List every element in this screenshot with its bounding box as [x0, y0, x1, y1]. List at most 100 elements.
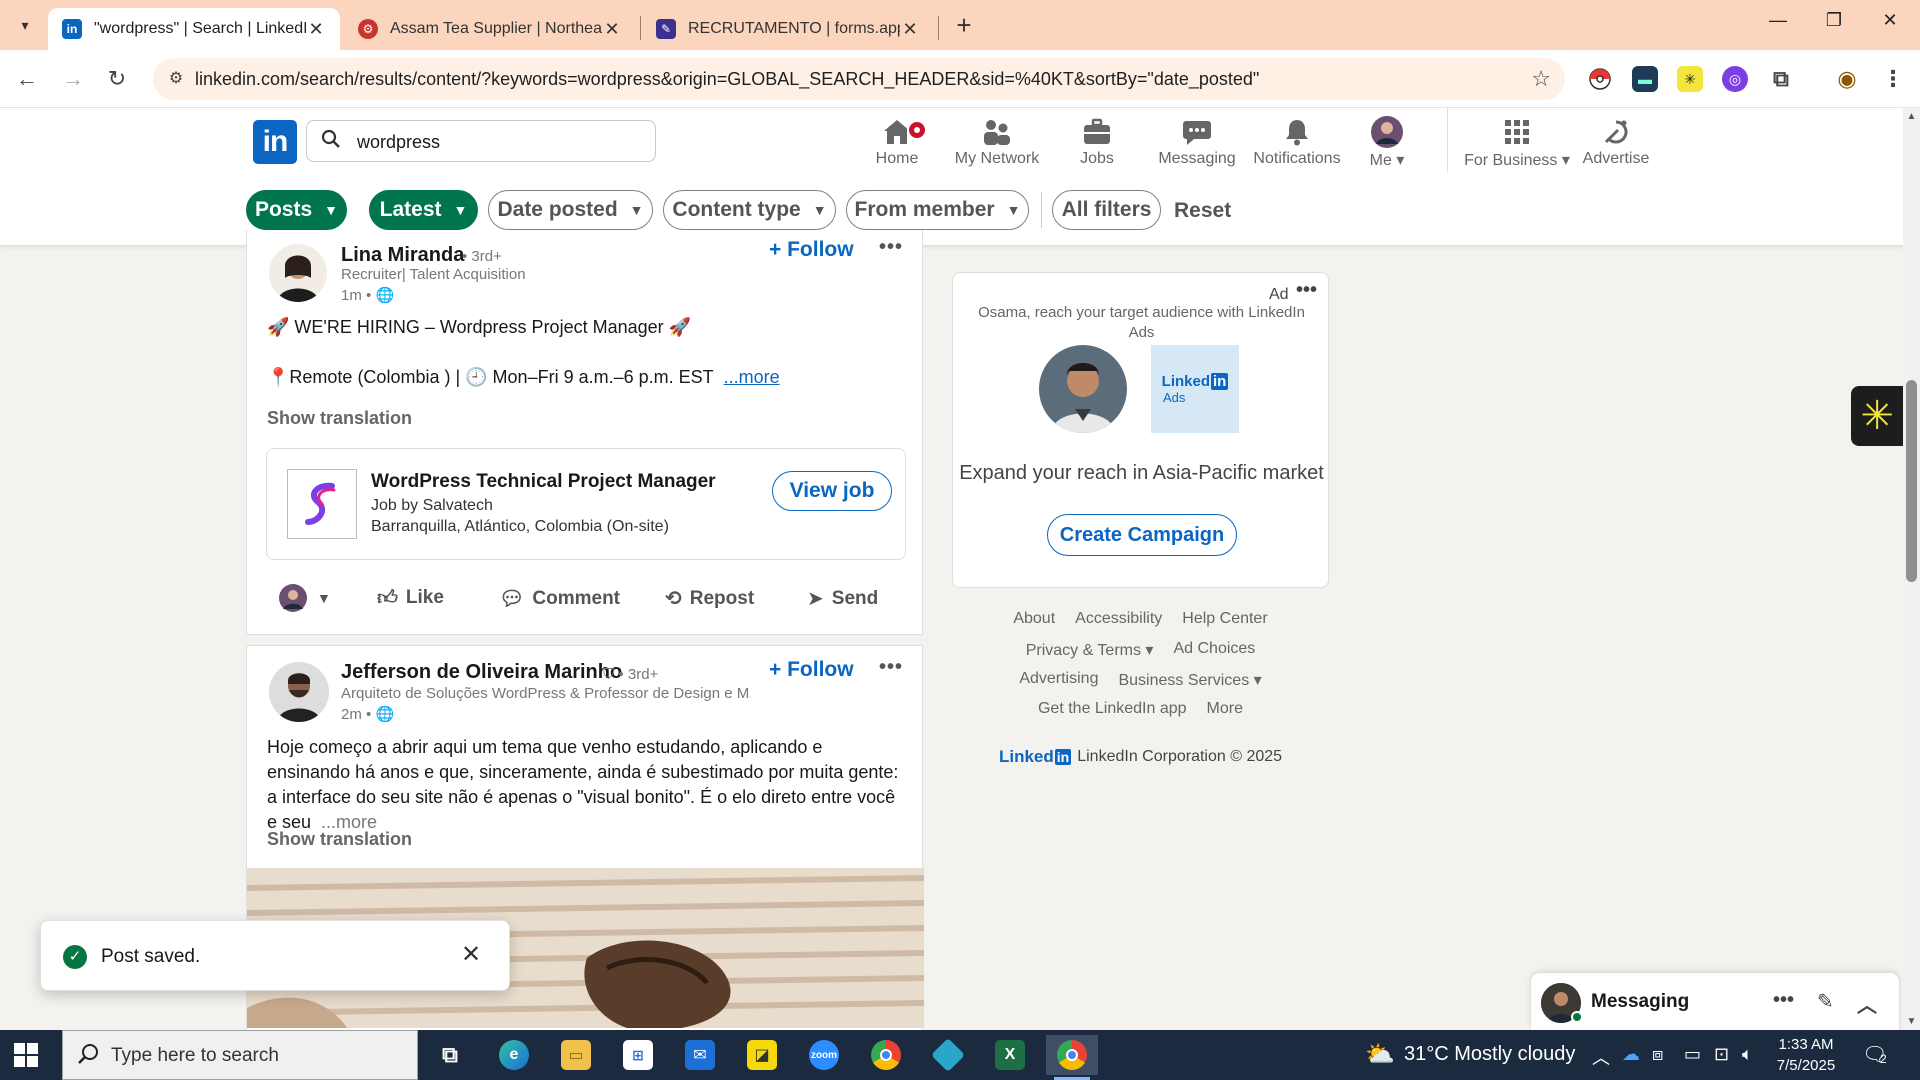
filter-from-member[interactable]: From member ▼: [846, 190, 1029, 230]
author-avatar[interactable]: [269, 244, 327, 302]
tab-close-icon[interactable]: ✕: [306, 19, 326, 40]
restore-icon[interactable]: ❐: [1814, 10, 1854, 38]
filter-content-type[interactable]: Content type ▼: [663, 190, 836, 230]
pokeball-extension-icon[interactable]: [1587, 66, 1613, 92]
chrome-menu-icon[interactable]: ⋮: [1880, 66, 1906, 92]
like-button[interactable]: 👍︎ Like: [377, 586, 444, 610]
filter-all-filters[interactable]: All filters: [1052, 190, 1161, 230]
reset-button[interactable]: Reset: [1174, 199, 1231, 223]
send-button[interactable]: ➤ Send: [807, 586, 878, 611]
onedrive-icon[interactable]: ☁: [1622, 1044, 1640, 1065]
scroll-thumb[interactable]: [1906, 380, 1917, 582]
footer-link-privacy-terms[interactable]: Privacy & Terms ▾: [1026, 640, 1154, 660]
search-input[interactable]: wordpress: [306, 120, 656, 162]
compose-message-icon[interactable]: ✎: [1817, 989, 1834, 1014]
circle-extension-icon[interactable]: ◎: [1722, 66, 1748, 92]
mail-icon[interactable]: ✉: [674, 1035, 726, 1075]
taskbar-clock[interactable]: 1:33 AM 7/5/2025: [1770, 1034, 1842, 1076]
comment-button[interactable]: 💬︎ Comment: [499, 586, 620, 611]
post-options-icon[interactable]: •••: [879, 656, 903, 679]
tab-assam-tea[interactable]: ⚙ Assam Tea Supplier | Northeast ✕: [344, 8, 636, 50]
excel-icon[interactable]: X: [984, 1035, 1036, 1075]
forward-icon[interactable]: →: [58, 64, 88, 94]
messaging-overlay[interactable]: Messaging ••• ✎ ︿: [1530, 972, 1900, 1030]
scroll-down-icon[interactable]: ▼: [1903, 1013, 1920, 1030]
page-scrollbar[interactable]: ▲ ▼: [1903, 108, 1920, 1030]
author-avatar[interactable]: [269, 662, 329, 722]
edge-browser-icon[interactable]: e: [488, 1035, 540, 1075]
sticky-notes-icon[interactable]: ◪: [736, 1035, 788, 1075]
footer-link-advertising[interactable]: Advertising: [1019, 670, 1098, 690]
task-view-icon[interactable]: ⧉: [424, 1035, 476, 1075]
nav-home[interactable]: Home: [847, 116, 947, 168]
footer-link-about[interactable]: About: [1013, 610, 1055, 630]
nav-notifications[interactable]: Notifications: [1247, 116, 1347, 168]
nav-jobs[interactable]: Jobs: [1047, 116, 1147, 168]
new-tab-icon[interactable]: +: [950, 12, 978, 40]
reaction-actor-selector[interactable]: ▼: [279, 584, 331, 612]
tab-search-icon[interactable]: ▾: [10, 12, 40, 38]
bookmark-star-icon[interactable]: ☆: [1531, 66, 1551, 92]
search-value[interactable]: wordpress: [357, 132, 440, 153]
footer-link-ad-choices[interactable]: Ad Choices: [1173, 640, 1255, 660]
volume-icon[interactable]: 🔈︎: [1742, 1044, 1753, 1065]
nav-for-business[interactable]: For Business ▾: [1462, 116, 1572, 170]
tab-linkedin-search[interactable]: in "wordpress" | Search | LinkedIn ✕: [48, 8, 340, 50]
linkedin-logo[interactable]: in: [253, 120, 297, 164]
zoom-icon[interactable]: zoom: [798, 1035, 850, 1075]
chrome-icon[interactable]: [860, 1035, 912, 1075]
post-options-icon[interactable]: •••: [879, 236, 903, 259]
follow-button[interactable]: + Follow: [769, 658, 854, 682]
author-name[interactable]: Lina Miranda: [341, 244, 464, 267]
notification-center-icon[interactable]: 🗨︎ 2: [1862, 1042, 1892, 1068]
filter-date-posted[interactable]: Date posted ▼: [488, 190, 653, 230]
meet-now-icon[interactable]: ⧈: [1652, 1044, 1663, 1065]
messaging-options-icon[interactable]: •••: [1773, 989, 1794, 1012]
nav-my-network[interactable]: My Network: [947, 116, 1047, 168]
footer-link-help-center[interactable]: Help Center: [1182, 610, 1267, 630]
scroll-up-icon[interactable]: ▲: [1903, 108, 1920, 125]
site-info-icon[interactable]: ⚙: [165, 68, 187, 90]
footer-link-accessibility[interactable]: Accessibility: [1075, 610, 1162, 630]
reload-icon[interactable]: ↻: [102, 64, 132, 94]
url-text[interactable]: linkedin.com/search/results/content/?key…: [195, 69, 1259, 90]
ad-options-icon[interactable]: •••: [1296, 279, 1317, 302]
taskbar-search-input[interactable]: Type here to search: [62, 1030, 418, 1080]
show-translation-button[interactable]: Show translation: [267, 408, 412, 429]
address-bar[interactable]: ⚙ linkedin.com/search/results/content/?k…: [153, 58, 1565, 100]
tray-chevron-icon[interactable]: ︿: [1592, 1044, 1610, 1070]
tab-forms-app[interactable]: ✎ RECRUTAMENTO | forms.app ✕: [642, 8, 934, 50]
battery-icon[interactable]: ▭: [1684, 1044, 1701, 1065]
network-tray-icon[interactable]: ⊡: [1714, 1044, 1729, 1065]
microsoft-store-icon[interactable]: ⊞: [612, 1035, 664, 1075]
chrome-profile-icon[interactable]: [1046, 1035, 1098, 1080]
footer-link-get-app[interactable]: Get the LinkedIn app: [1038, 700, 1187, 720]
windows-start-icon[interactable]: [14, 1043, 38, 1067]
nav-advertise[interactable]: Advertise: [1566, 116, 1666, 168]
view-job-button[interactable]: View job: [772, 471, 892, 511]
job-title[interactable]: WordPress Technical Project Manager: [371, 471, 716, 493]
asterisk-widget-icon[interactable]: ✳: [1851, 386, 1903, 446]
footer-link-more[interactable]: More: [1207, 700, 1243, 720]
filter-latest[interactable]: Latest ▼: [369, 190, 478, 230]
screen-extension-icon[interactable]: ▬: [1632, 66, 1658, 92]
toast-close-icon[interactable]: ✕: [461, 940, 481, 969]
create-campaign-button[interactable]: Create Campaign: [1047, 514, 1237, 556]
tab-close-icon[interactable]: ✕: [602, 19, 622, 40]
show-translation-button[interactable]: Show translation: [267, 829, 412, 850]
file-explorer-icon[interactable]: ▭: [550, 1035, 602, 1075]
footer-link-business-services[interactable]: Business Services ▾: [1118, 670, 1261, 690]
job-attachment[interactable]: WordPress Technical Project Manager Job …: [266, 448, 906, 560]
filter-posts[interactable]: Posts ▼: [246, 190, 347, 230]
repost-button[interactable]: ⟲ Repost: [665, 586, 754, 611]
tab-close-icon[interactable]: ✕: [900, 19, 920, 40]
messaging-title[interactable]: Messaging: [1591, 991, 1689, 1013]
window-close-icon[interactable]: ✕: [1870, 10, 1910, 38]
expand-messaging-icon[interactable]: ︿: [1857, 989, 1877, 1018]
weather-text[interactable]: 31°C Mostly cloudy: [1404, 1043, 1575, 1066]
extensions-puzzle-icon[interactable]: ⧉: [1768, 66, 1794, 92]
minimize-icon[interactable]: —: [1758, 10, 1798, 38]
weather-cloud-icon[interactable]: ⛅: [1365, 1040, 1395, 1069]
see-more-link[interactable]: ...more: [724, 367, 780, 387]
follow-button[interactable]: + Follow: [769, 238, 854, 262]
